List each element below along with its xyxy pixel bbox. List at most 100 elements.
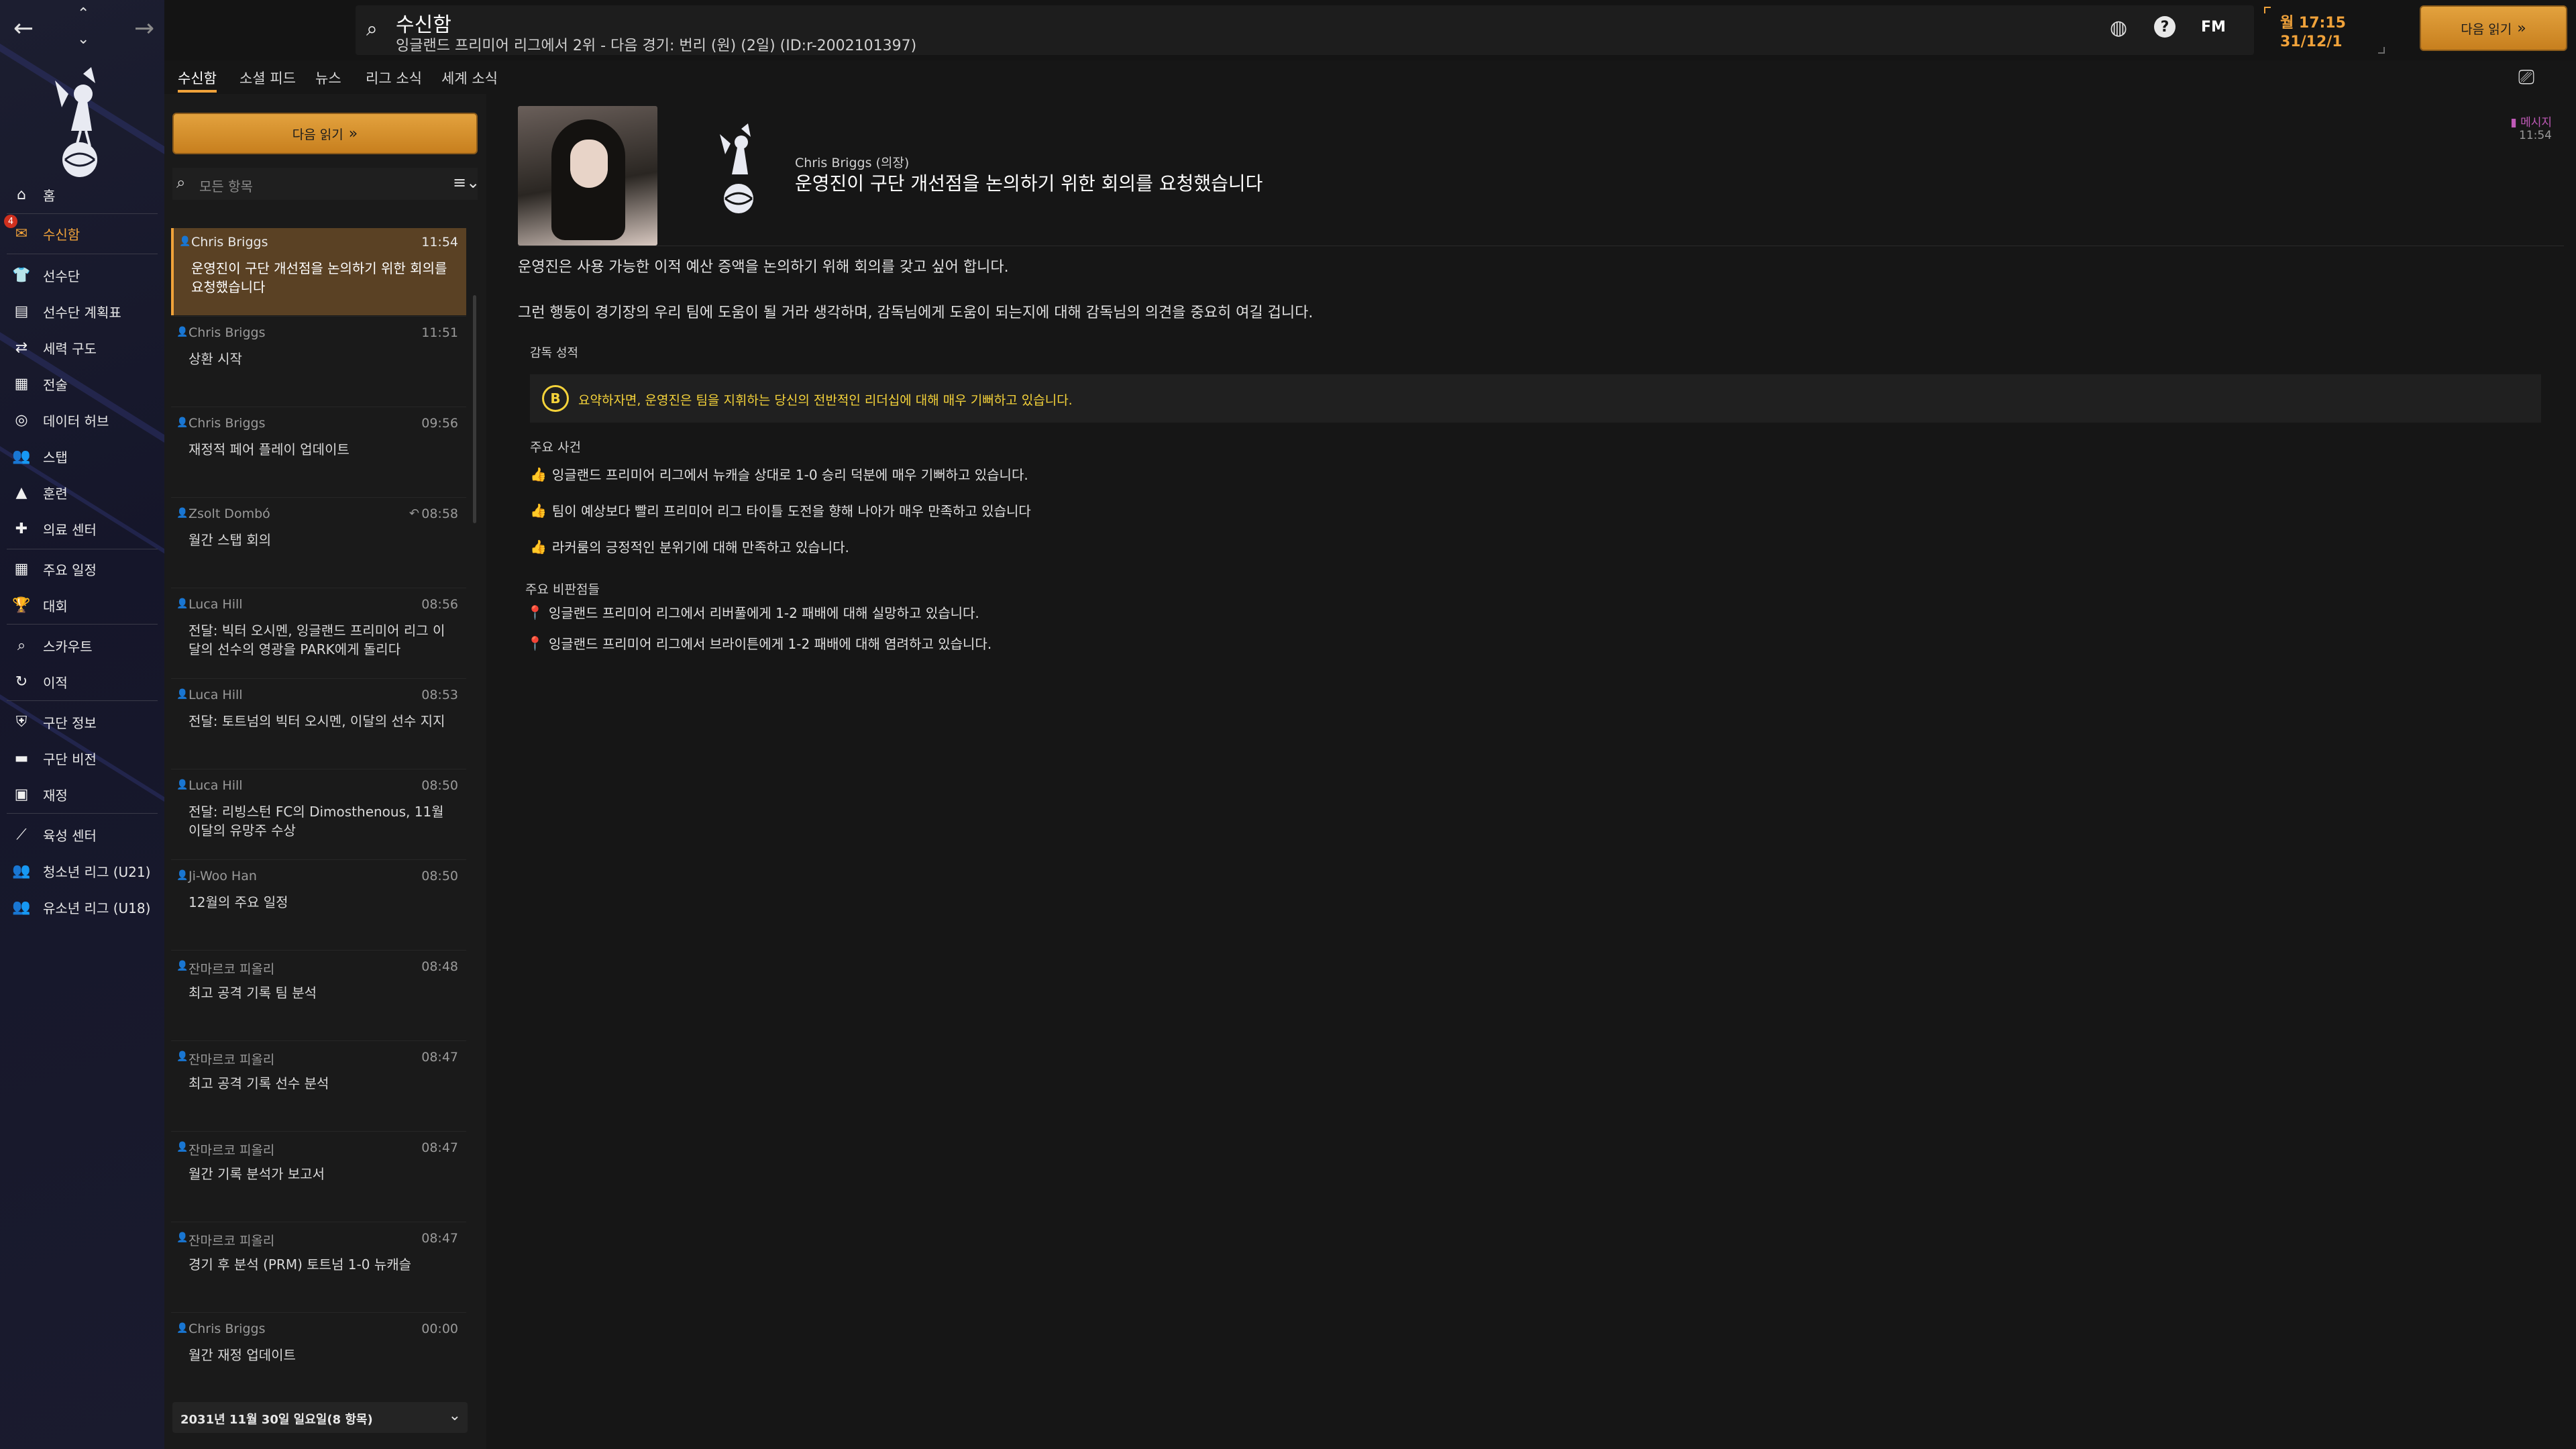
nav-tactics[interactable]: ▦ 전술 xyxy=(0,368,164,400)
up-arrow-icon[interactable]: ⌃ xyxy=(77,5,89,22)
message-sender: Ji-Woo Han xyxy=(189,869,257,883)
message-time: 08:53 xyxy=(421,688,458,702)
message-time: 08:50 xyxy=(421,778,458,793)
continue-button[interactable]: 다음 읽기» xyxy=(2420,5,2567,51)
message-list-item[interactable]: 👤 Luca Hill 08:50 전달: 리빙스턴 FC의 Dimosthenous… xyxy=(171,771,466,859)
list-divider xyxy=(171,316,466,317)
list-scrollbar[interactable] xyxy=(473,295,476,523)
message-list-item[interactable]: 👤 잔마르코 피올리 08:47 최고 공격 기록 선수 분석 xyxy=(171,1043,466,1130)
forward-arrow-icon[interactable]: → xyxy=(134,15,154,42)
tab-league-news[interactable]: 리그 소식 xyxy=(366,62,422,94)
nav-finances[interactable]: ▣ 재정 xyxy=(0,778,164,810)
message-list-item[interactable]: 👤 Chris Briggs 00:00 월간 재정 업데이트 xyxy=(171,1315,466,1402)
message-list-panel: 다음 읽기» ⌕ 모든 항목 ≡⌄ 👤 Chris Briggs 11:54 운영진이… xyxy=(164,94,486,1449)
message-time: 08:56 xyxy=(421,597,458,612)
message-list-item[interactable]: 👤 Luca Hill 08:53 전달: 토트넘의 빅터 오시멘, 이달의 선수 지… xyxy=(171,681,466,768)
message-list-item[interactable]: 👤 Chris Briggs 11:51 상환 시작 xyxy=(171,319,466,406)
person-icon: 👤 xyxy=(176,1142,189,1152)
message-time: 08:47 xyxy=(421,1050,458,1065)
message-time: 08:50 xyxy=(421,869,458,883)
screenshot-icon[interactable]: ⎚ xyxy=(2518,66,2534,89)
message-subject: 경기 후 분석 (PRM) 토트넘 1-0 뉴캐슬 xyxy=(189,1256,412,1273)
message-list-item[interactable]: 👤 잔마르코 피올리 08:47 경기 후 분석 (PRM) 토트넘 1-0 뉴캐슬 xyxy=(171,1224,466,1311)
clock-day-time: 월 17:15 xyxy=(2280,15,2346,32)
message-subject: 전달: 토트넘의 빅터 오시멘, 이달의 선수 지지 xyxy=(189,713,445,729)
grade-letter-badge: B xyxy=(542,385,569,412)
sort-menu-icon[interactable]: ≡⌄ xyxy=(453,173,480,192)
message-subject: 전달: 리빙스턴 FC의 Dimosthenous, 11월 이달의 유망주 수… xyxy=(189,804,444,839)
message-sender: Luca Hill xyxy=(189,778,243,793)
training-cone-icon: ▲ xyxy=(15,484,28,501)
help-icon[interactable]: ? xyxy=(2154,16,2176,38)
list-divider xyxy=(171,678,466,679)
back-arrow-icon[interactable]: ← xyxy=(13,15,34,42)
trophy-icon: 🏆 xyxy=(12,596,31,614)
message-sender: 잔마르코 피올리 xyxy=(189,1053,275,1067)
tab-social-feed[interactable]: 소셜 피드 xyxy=(239,62,296,94)
person-icon: 👤 xyxy=(176,598,189,609)
positive-event: 👍 잉글랜드 프리미어 리그에서 뉴캐슬 상대로 1-0 승리 덕분에 매우 기뻐… xyxy=(530,466,1028,484)
message-subject: 전달: 빅터 오시멘, 잉글랜드 프리미어 리그 이달의 선수의 영광을 PAR… xyxy=(189,623,445,657)
message-list-item[interactable]: 👤 Chris Briggs 09:56 재정적 페어 플레이 업데이트 xyxy=(171,409,466,496)
nav-staff[interactable]: 👥 스탭 xyxy=(0,440,164,472)
nav-transfers[interactable]: ↻ 이적 xyxy=(0,665,164,698)
title-search-box[interactable]: ⌕ 수신함 잉글랜드 프리미어 리그에서 2위 - 다음 경기: 번리 (원) … xyxy=(356,5,2254,55)
nav-u21[interactable]: 👥 청소년 리그 (U21) xyxy=(0,855,164,887)
sender-line: Chris Briggs (의장) xyxy=(795,153,909,171)
message-sender: 잔마르코 피올리 xyxy=(189,1234,275,1248)
negative-event: 📍 잉글랜드 프리미어 리그에서 브라이튼에게 1-2 패배에 대해 염려하고 있… xyxy=(527,635,992,653)
message-list-item[interactable]: 👤 Chris Briggs 11:54 운영진이 구단 개선점을 논의하기 위한 회… xyxy=(171,228,466,315)
filter-search-field[interactable]: 모든 항목 xyxy=(199,176,253,195)
nav-u18[interactable]: 👥 유소년 리그 (U18) xyxy=(0,891,164,923)
nav-squad-planner[interactable]: ▤ 선수단 계획표 xyxy=(0,295,164,327)
nav-squad[interactable]: 👕 선수단 xyxy=(0,259,164,291)
double-chevron-icon: » xyxy=(2517,19,2526,37)
nav-training[interactable]: ▲ 훈련 xyxy=(0,476,164,508)
club-crest-logo[interactable] xyxy=(42,60,115,181)
message-subject: 최고 공격 기록 팀 분석 xyxy=(189,985,317,1001)
development-icon: ⟋ xyxy=(16,826,27,843)
message-sender: Chris Briggs xyxy=(191,235,268,250)
shield-icon: ⛨ xyxy=(15,713,28,731)
person-icon: 👤 xyxy=(176,327,189,337)
thumbs-up-icon: 👍 xyxy=(530,502,547,519)
nav-club-info[interactable]: ⛨ 구단 정보 xyxy=(0,706,164,738)
nav-schedule[interactable]: ▦ 주요 일정 xyxy=(0,553,164,585)
filter-bar[interactable]: ⌕ 모든 항목 ≡⌄ xyxy=(172,168,480,200)
inbox-icon: ✉ xyxy=(15,225,28,242)
message-sender: Luca Hill xyxy=(189,597,243,612)
nav-competitions[interactable]: 🏆 대회 xyxy=(0,589,164,621)
message-time: 11:54 xyxy=(421,235,458,250)
person-icon: 👤 xyxy=(176,417,189,428)
message-list-item[interactable]: 👤 Luca Hill 08:56 전달: 빅터 오시멘, 잉글랜드 프리미어 리그 … xyxy=(171,590,466,678)
message-tag: ▮ 메시지 xyxy=(2510,116,2552,129)
tab-news[interactable]: 뉴스 xyxy=(315,62,341,94)
thumbs-down-icon: 📍 xyxy=(527,604,543,621)
message-time: 11:54 xyxy=(2519,129,2552,142)
message-list-item[interactable]: 👤 잔마르코 피올리 08:48 최고 공격 기록 팀 분석 xyxy=(171,953,466,1040)
list-divider xyxy=(171,497,466,498)
grade-heading: 감독 성적 xyxy=(530,346,578,360)
nav-data-hub[interactable]: ◎ 데이터 허브 xyxy=(0,404,164,436)
nav-inbox[interactable]: ✉ 4 수신함 xyxy=(0,215,164,250)
tab-inbox[interactable]: 수신함 xyxy=(178,62,217,94)
nav-scouting[interactable]: ⌕ 스카우트 xyxy=(0,629,164,661)
message-list-item[interactable]: 👤 잔마르코 피올리 08:47 월간 기록 분석가 보고서 xyxy=(171,1134,466,1221)
nav-development[interactable]: ⟋ 육성 센터 xyxy=(0,818,164,851)
sender-name[interactable]: Chris Briggs xyxy=(795,156,871,170)
nav-club-vision[interactable]: ▬ 구단 비전 xyxy=(0,742,164,774)
down-arrow-icon[interactable]: ⌄ xyxy=(77,31,89,48)
fm-menu-button[interactable]: FM xyxy=(2201,19,2226,36)
message-list-item[interactable]: 👤 Ji-Woo Han 08:50 12월의 주요 일정 xyxy=(171,862,466,949)
nav-medical[interactable]: ✚ 의료 센터 xyxy=(0,513,164,545)
read-next-button[interactable]: 다음 읽기» xyxy=(172,113,478,154)
paragraph-2: 그런 행동이 경기장의 우리 팀에 도움이 될 거라 생각하며, 감독님에게 도… xyxy=(518,305,1313,321)
nav-dynamics[interactable]: ⇄ 세력 구도 xyxy=(0,331,164,364)
nav-home[interactable]: ⌂ 홈 xyxy=(0,178,164,211)
tab-world-news[interactable]: 세계 소식 xyxy=(441,62,498,94)
globe-icon[interactable]: ◍ xyxy=(2110,16,2127,40)
message-list-item[interactable]: 👤 Zsolt Dombó ↶ 08:58 월간 스탭 회의 xyxy=(171,500,466,587)
list-divider xyxy=(171,1040,466,1041)
message-time: 00:00 xyxy=(421,1322,458,1336)
date-group-header[interactable]: 2031년 11월 30일 일요일(8 항목) ⌄ xyxy=(172,1402,468,1433)
